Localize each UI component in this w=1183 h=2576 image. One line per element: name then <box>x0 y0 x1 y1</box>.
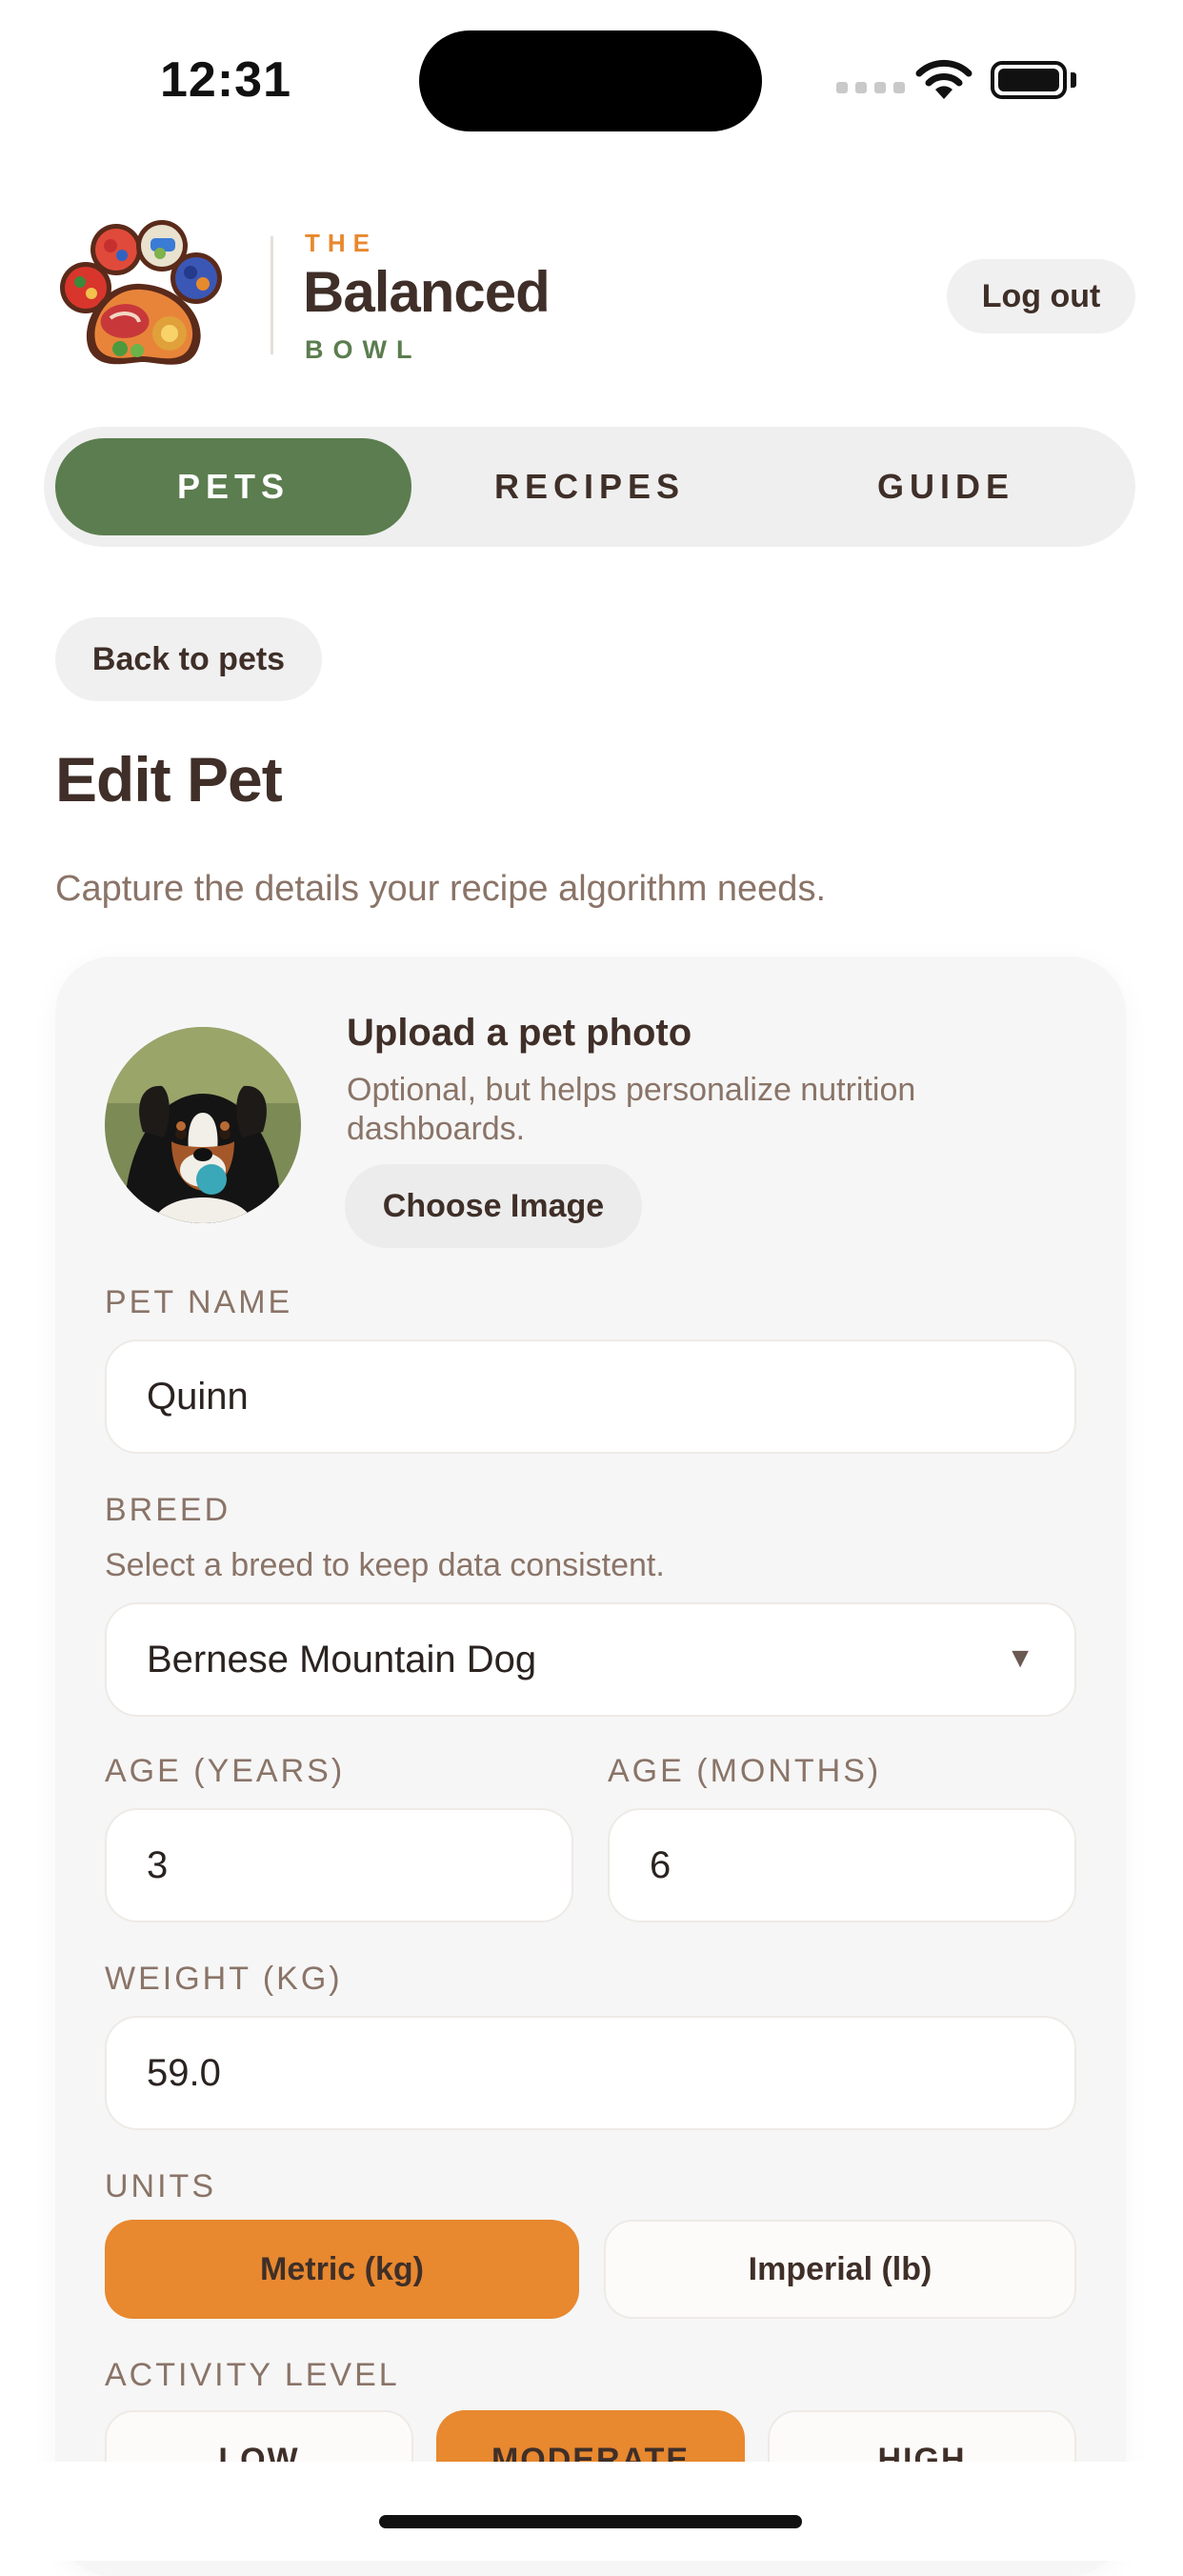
back-to-pets-button[interactable]: Back to pets <box>55 617 322 701</box>
age-months-input[interactable]: 6 <box>608 1808 1076 1922</box>
brand-divider <box>271 236 273 354</box>
tab-guide[interactable]: GUIDE <box>768 438 1124 535</box>
pet-photo-avatar[interactable] <box>105 1027 301 1223</box>
pet-name-input[interactable]: Quinn <box>105 1339 1076 1454</box>
upload-photo-title: Upload a pet photo <box>347 1012 692 1054</box>
paw-logo-icon <box>60 220 222 365</box>
upload-photo-description: Optional, but helps personalize nutritio… <box>347 1072 916 1147</box>
age-years-input[interactable]: 3 <box>105 1808 573 1922</box>
choose-image-button[interactable]: Choose Image <box>345 1164 642 1248</box>
pet-name-value: Quinn <box>147 1375 249 1418</box>
units-imperial-option[interactable]: Imperial (lb) <box>604 2220 1076 2319</box>
logout-button[interactable]: Log out <box>947 259 1135 333</box>
page-title: Edit Pet <box>55 744 283 815</box>
age-months-label: AGE (MONTHS) <box>608 1753 882 1789</box>
battery-icon <box>991 61 1067 99</box>
dog-photo-icon <box>105 1027 301 1223</box>
weight-value: 59.0 <box>147 2051 221 2094</box>
age-months-value: 6 <box>650 1843 672 1886</box>
cellular-signal-icon <box>836 82 905 93</box>
dynamic-island <box>419 30 762 131</box>
breed-value: Bernese Mountain Dog <box>147 1638 537 1680</box>
weight-input[interactable]: 59.0 <box>105 2016 1076 2130</box>
activity-level-label: ACTIVITY LEVEL <box>105 2357 400 2393</box>
breed-hint: Select a breed to keep data consistent. <box>105 1547 665 1583</box>
brand-suffix: BOWL <box>305 335 422 364</box>
pet-name-label: PET NAME <box>105 1284 293 1320</box>
units-metric-option[interactable]: Metric (kg) <box>105 2220 579 2319</box>
units-label: UNITS <box>105 2168 216 2204</box>
home-indicator[interactable] <box>379 2515 802 2528</box>
age-years-value: 3 <box>147 1843 169 1886</box>
battery-nub <box>1071 72 1076 88</box>
status-time: 12:31 <box>160 52 291 108</box>
brand-name: Balanced <box>303 260 551 324</box>
breed-select[interactable]: Bernese Mountain Dog ▼ <box>105 1602 1076 1717</box>
brand-prefix: THE <box>305 229 377 257</box>
age-years-label: AGE (YEARS) <box>105 1753 346 1789</box>
dropdown-caret-icon: ▼ <box>1006 1642 1034 1674</box>
breed-label: BREED <box>105 1492 231 1528</box>
page-subtitle: Capture the details your recipe algorith… <box>55 869 827 909</box>
wifi-icon <box>915 59 972 99</box>
tab-recipes[interactable]: RECIPES <box>411 438 768 535</box>
tab-pets[interactable]: PETS <box>55 438 411 535</box>
weight-label: WEIGHT (KG) <box>105 1961 343 1997</box>
bottom-safe-area <box>0 2462 1183 2561</box>
main-tabs: PETS RECIPES GUIDE <box>44 427 1135 547</box>
